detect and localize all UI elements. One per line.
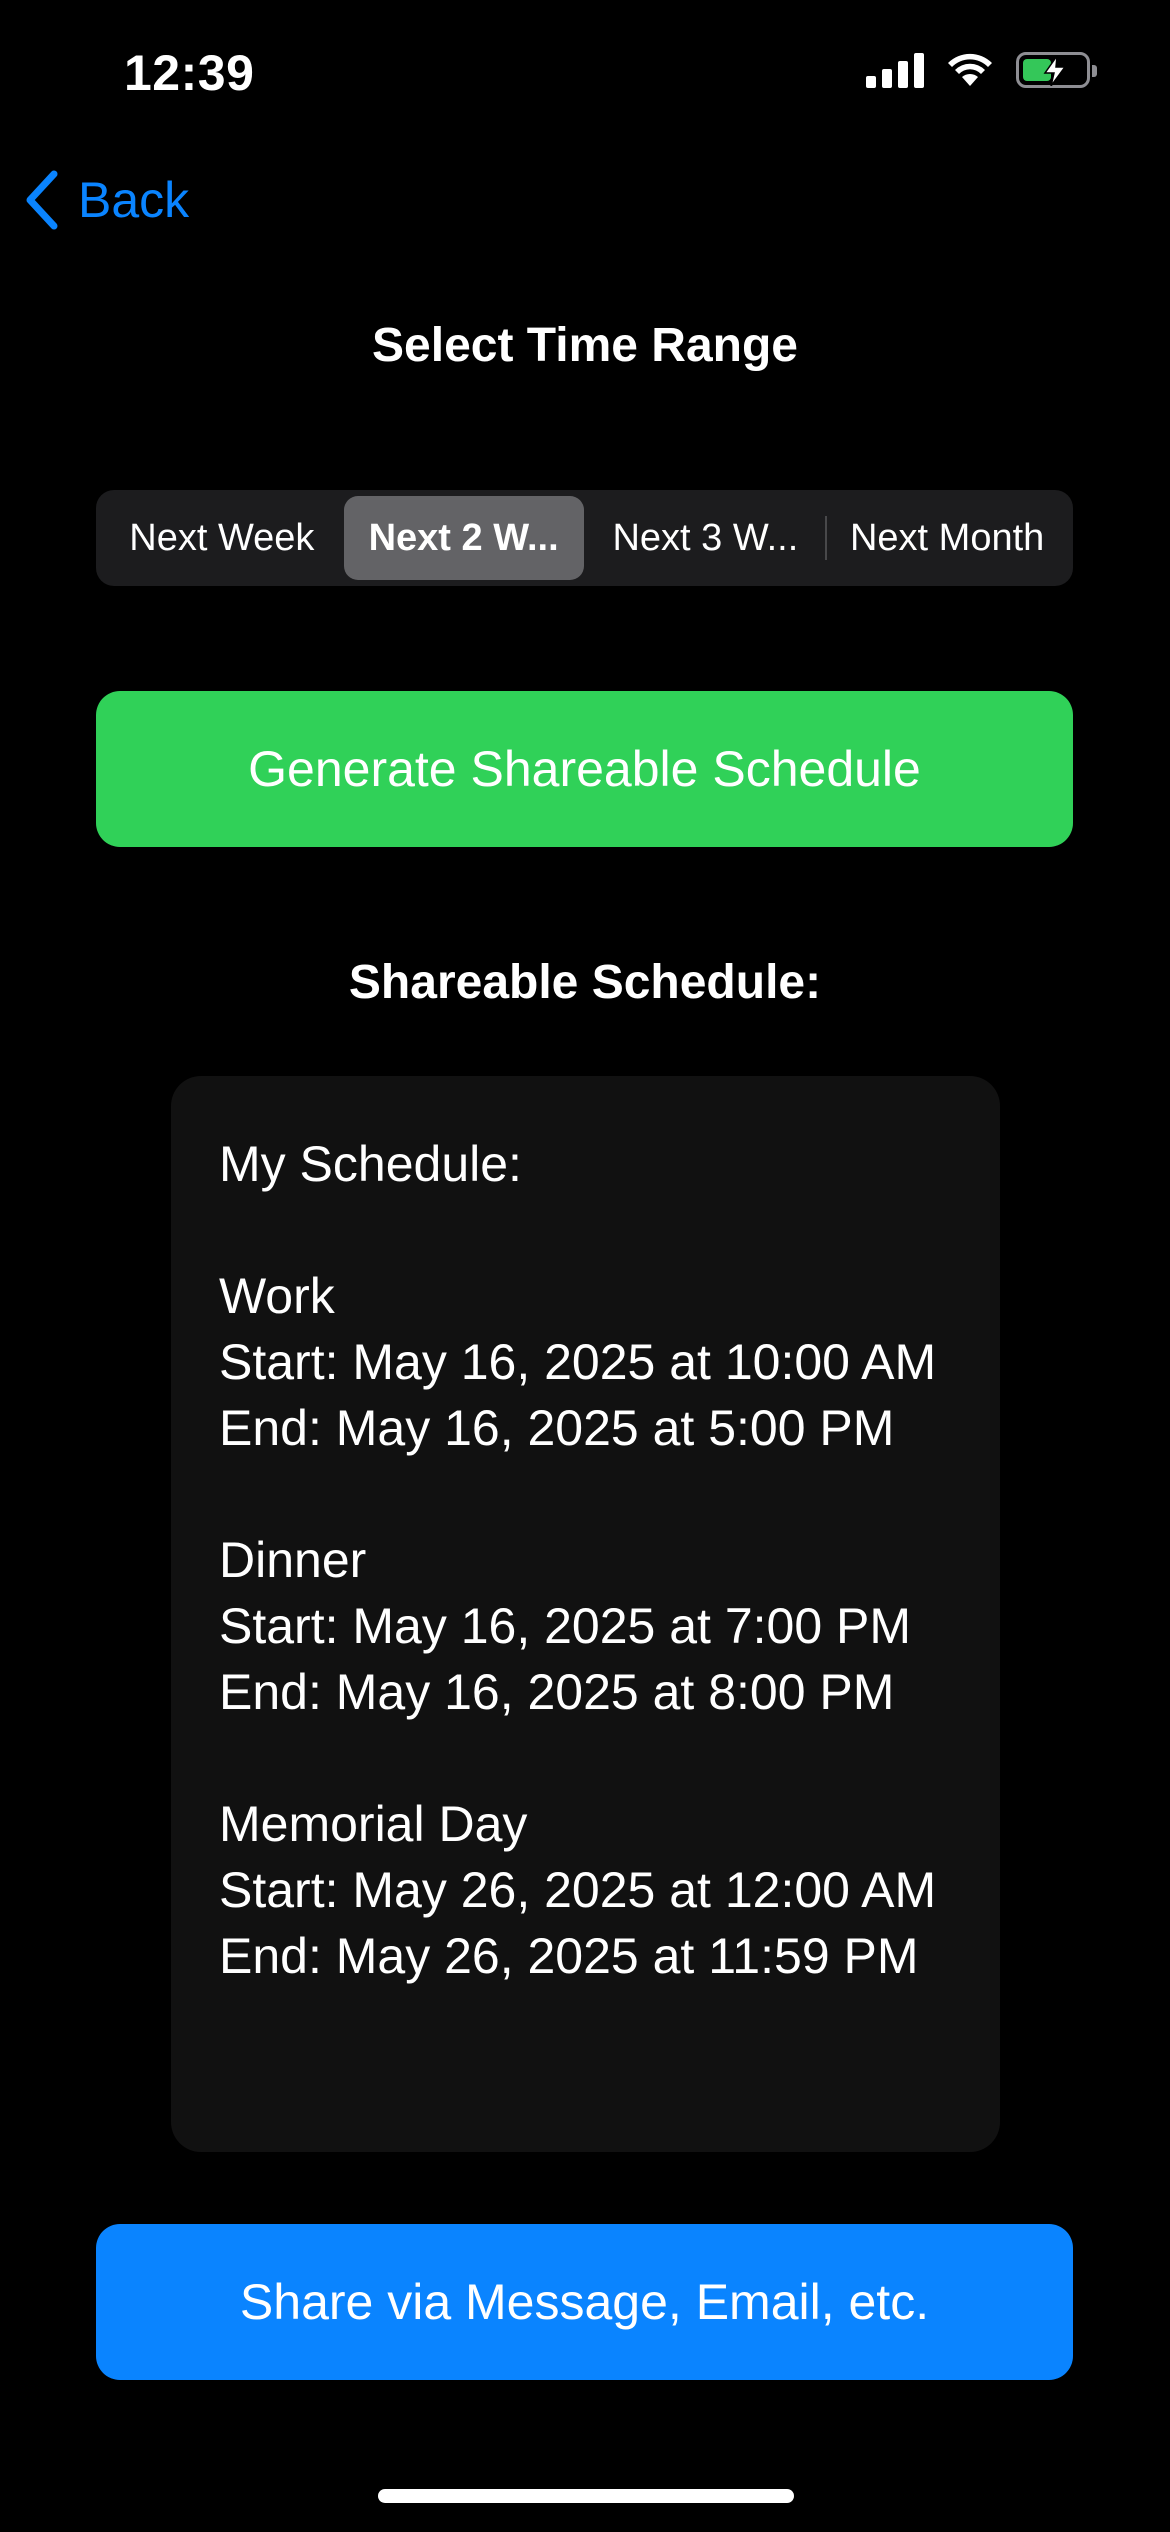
chevron-left-icon: [26, 170, 58, 230]
event-name: Dinner: [219, 1532, 367, 1588]
event-end: End: May 16, 2025 at 8:00 PM: [219, 1664, 895, 1720]
wifi-icon: [948, 53, 992, 86]
segment-next-week[interactable]: Next Week: [102, 496, 342, 580]
segment-next-3-weeks[interactable]: Next 3 W...: [586, 496, 826, 580]
cellular-signal-icon: [866, 52, 924, 88]
schedule-intro: My Schedule:: [219, 1136, 522, 1192]
segment-next-month[interactable]: Next Month: [827, 496, 1067, 580]
schedule-event: Memorial Day Start: May 26, 2025 at 12:0…: [219, 1791, 952, 1989]
share-button[interactable]: Share via Message, Email, etc.: [96, 2224, 1073, 2380]
status-time: 12:39: [124, 45, 255, 101]
schedule-event: Work Start: May 16, 2025 at 10:00 AM End…: [219, 1263, 952, 1461]
event-start: Start: May 16, 2025 at 7:00 PM: [219, 1598, 912, 1654]
segment-next-2-weeks[interactable]: Next 2 W...: [343, 496, 584, 580]
schedule-event: Dinner Start: May 16, 2025 at 7:00 PM En…: [219, 1527, 952, 1725]
event-end: End: May 26, 2025 at 11:59 PM: [219, 1928, 919, 1984]
back-button[interactable]: Back: [24, 170, 189, 230]
shareable-schedule-heading: Shareable Schedule:: [348, 956, 822, 1009]
battery-charging-icon: [1016, 52, 1097, 88]
event-start: Start: May 16, 2025 at 10:00 AM: [219, 1334, 937, 1390]
event-name: Memorial Day: [219, 1796, 528, 1852]
event-name: Work: [219, 1268, 335, 1324]
schedule-text-card: My Schedule: Work Start: May 16, 2025 at…: [171, 1076, 1000, 2152]
generate-schedule-button[interactable]: Generate Shareable Schedule: [96, 691, 1073, 847]
event-start: Start: May 26, 2025 at 12:00 AM: [219, 1862, 937, 1918]
event-end: End: May 16, 2025 at 5:00 PM: [219, 1400, 895, 1456]
home-indicator[interactable]: [378, 2489, 794, 2503]
status-icons: [866, 52, 1097, 88]
time-range-segmented-control: Next Week Next 2 W... Next 3 W... Next M…: [96, 490, 1073, 586]
back-label: Back: [78, 172, 190, 228]
page-title: Select Time Range: [372, 319, 798, 372]
